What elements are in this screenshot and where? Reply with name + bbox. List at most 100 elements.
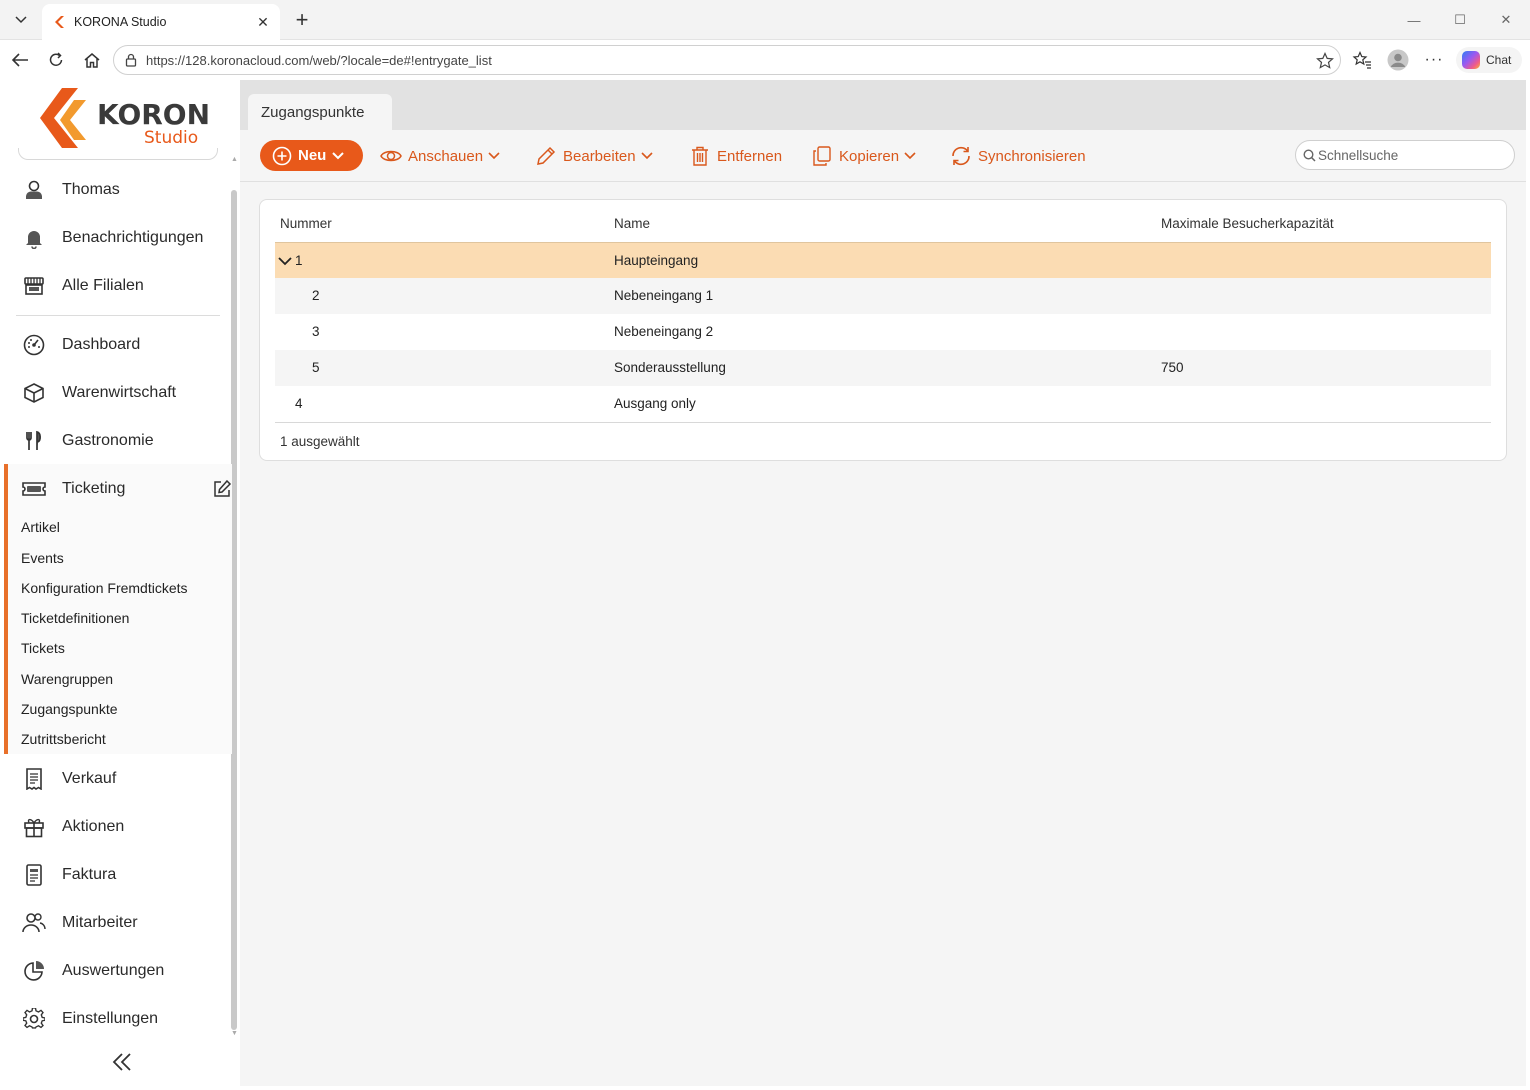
main-content: Zugangspunkte Neu Anschauen Bearbeiten E… [240, 80, 1526, 1086]
sidebar-subitem-product-groups[interactable]: Warengruppen [21, 671, 113, 687]
sidebar-item-all-stores[interactable]: Alle Filialen [18, 266, 218, 306]
sidebar-subitem-articles[interactable]: Artikel [21, 519, 60, 535]
avatar-icon [1387, 49, 1409, 71]
reload-button[interactable] [44, 48, 68, 72]
column-header-name[interactable]: Name [614, 216, 650, 231]
cell-capacity: 750 [1161, 360, 1184, 375]
table-row[interactable]: 5 Sonderausstellung 750 [275, 350, 1491, 386]
sidebar-item-label: Aktionen [62, 818, 125, 835]
sidebar-item-user[interactable]: Thomas [18, 170, 218, 210]
sidebar-item-label: Ticketing [62, 480, 126, 497]
view-button[interactable]: Anschauen [380, 142, 500, 170]
view-button-label: Anschauen [408, 147, 484, 165]
favorites-button[interactable] [1350, 48, 1374, 72]
edit-button[interactable]: Bearbeiten [535, 142, 653, 170]
box-icon [22, 381, 46, 405]
sidebar-item-sales[interactable]: Verkauf [18, 759, 218, 799]
profile-button[interactable] [1386, 48, 1410, 72]
korona-logo[interactable]: KORONA Studio [40, 86, 232, 150]
table-row[interactable]: 4 Ausgang only [275, 386, 1491, 422]
synchronize-button[interactable]: Synchronisieren [950, 142, 1086, 170]
sidebar-item-label: Dashboard [62, 336, 141, 353]
quick-search-input[interactable]: Schnellsuche [1295, 140, 1515, 170]
korona-favicon-icon [55, 16, 64, 28]
sidebar-section-ticketing: Ticketing Artikel Events Konfiguration F… [4, 464, 232, 754]
synchronize-button-label: Synchronisieren [978, 147, 1086, 165]
sidebar-item-promotions[interactable]: Aktionen [18, 807, 218, 847]
sidebar-item-invoicing[interactable]: Faktura [18, 855, 218, 895]
gift-icon [22, 815, 46, 839]
table-row[interactable]: 2 Nebeneingang 1 [275, 278, 1491, 314]
tab-actions-menu-button[interactable] [8, 8, 34, 32]
favorites-list-icon [1352, 51, 1371, 69]
sidebar-subitem-access-report[interactable]: Zutrittsbericht [21, 731, 106, 747]
sidebar-search-field[interactable] [18, 148, 218, 160]
sidebar-item-label: Verkauf [62, 770, 117, 787]
sidebar-item-label: Thomas [62, 181, 120, 198]
eye-icon [380, 145, 402, 167]
chevron-down-icon [332, 151, 345, 159]
chevron-down-icon [488, 152, 500, 160]
sidebar-item-settings[interactable]: Einstellungen [18, 999, 218, 1039]
browser-tab-bar: KORONA Studio ✕ + — ☐ ✕ [0, 0, 1530, 40]
sidebar-item-gastronomy[interactable]: Gastronomie [18, 421, 218, 461]
browser-tab-title: KORONA Studio [74, 15, 167, 29]
search-icon [1303, 149, 1316, 162]
close-tab-icon[interactable]: ✕ [254, 13, 272, 31]
new-button[interactable]: Neu [260, 140, 363, 171]
arrow-left-icon [11, 53, 28, 67]
url-field[interactable]: https://128.koronacloud.com/web/?locale=… [113, 45, 1341, 75]
invoice-icon [22, 863, 46, 887]
sidebar-item-employees[interactable]: Mitarbeiter [18, 903, 218, 943]
sidebar-subitem-ticket-definitions[interactable]: Ticketdefinitionen [21, 610, 129, 626]
minimize-window-button[interactable]: — [1404, 10, 1424, 30]
more-options-button[interactable]: ··· [1422, 48, 1446, 72]
copilot-chat-button[interactable]: Chat [1456, 47, 1522, 73]
sidebar-subitem-entry-gates[interactable]: Zugangspunkte [21, 701, 118, 717]
cell-number: 4 [295, 396, 303, 411]
pie-chart-icon [22, 959, 46, 983]
korona-logo-mark: KORONA Studio [40, 88, 232, 148]
home-icon [84, 53, 100, 68]
cell-name: Sonderausstellung [614, 360, 726, 375]
sidebar-item-inventory[interactable]: Warenwirtschaft [18, 373, 218, 413]
home-button[interactable] [80, 48, 104, 72]
sidebar-item-dashboard[interactable]: Dashboard [18, 325, 218, 365]
chevron-down-icon [640, 152, 653, 160]
sidebar-subitem-events[interactable]: Events [21, 550, 64, 566]
maximize-window-button[interactable]: ☐ [1450, 10, 1470, 30]
cell-number: 1 [295, 253, 303, 268]
back-button[interactable] [8, 48, 32, 72]
cell-name: Nebeneingang 2 [614, 324, 714, 339]
sidebar-subitem-tickets[interactable]: Tickets [21, 640, 65, 656]
table-row[interactable]: 3 Nebeneingang 2 [275, 314, 1491, 350]
new-tab-button[interactable]: + [290, 7, 314, 32]
column-header-capacity[interactable]: Maximale Besucherkapazität [1161, 216, 1334, 231]
close-window-button[interactable]: ✕ [1496, 10, 1516, 30]
sidebar-item-label: Auswertungen [62, 962, 165, 979]
sync-icon [950, 145, 972, 167]
copy-button[interactable]: Kopieren [811, 142, 916, 170]
sidebar-item-reports[interactable]: Auswertungen [18, 951, 218, 991]
bell-icon [22, 226, 46, 250]
page-tab-strip: Zugangspunkte [240, 80, 1526, 130]
favorite-star-icon[interactable] [1316, 52, 1334, 70]
scroll-down-arrow-icon[interactable]: ▼ [231, 1030, 238, 1037]
scroll-up-arrow-icon[interactable]: ▲ [231, 156, 238, 163]
column-header-number[interactable]: Nummer [280, 216, 332, 231]
sidebar-item-label: Faktura [62, 866, 117, 883]
receipt-icon [22, 767, 46, 791]
tab-zugangspunkte[interactable]: Zugangspunkte [248, 94, 392, 130]
cell-name: Ausgang only [614, 396, 696, 411]
browser-tab[interactable]: KORONA Studio ✕ [42, 4, 280, 40]
collapse-sidebar-button[interactable] [110, 1050, 134, 1074]
sidebar-subitem-foreign-tickets[interactable]: Konfiguration Fremdtickets [21, 580, 188, 596]
sidebar-item-notifications[interactable]: Benachrichtigungen [18, 218, 218, 258]
cell-name: Haupteingang [614, 253, 699, 268]
edit-favorites-icon[interactable] [212, 479, 232, 499]
chevron-down-icon[interactable] [278, 257, 292, 266]
sidebar-item-ticketing[interactable]: Ticketing [18, 464, 232, 514]
delete-button[interactable]: Entfernen [689, 142, 782, 170]
table-row[interactable]: 1 Haupteingang [275, 242, 1491, 278]
entry-gates-table: Nummer Name Maximale Besucherkapazität 1… [259, 199, 1507, 461]
